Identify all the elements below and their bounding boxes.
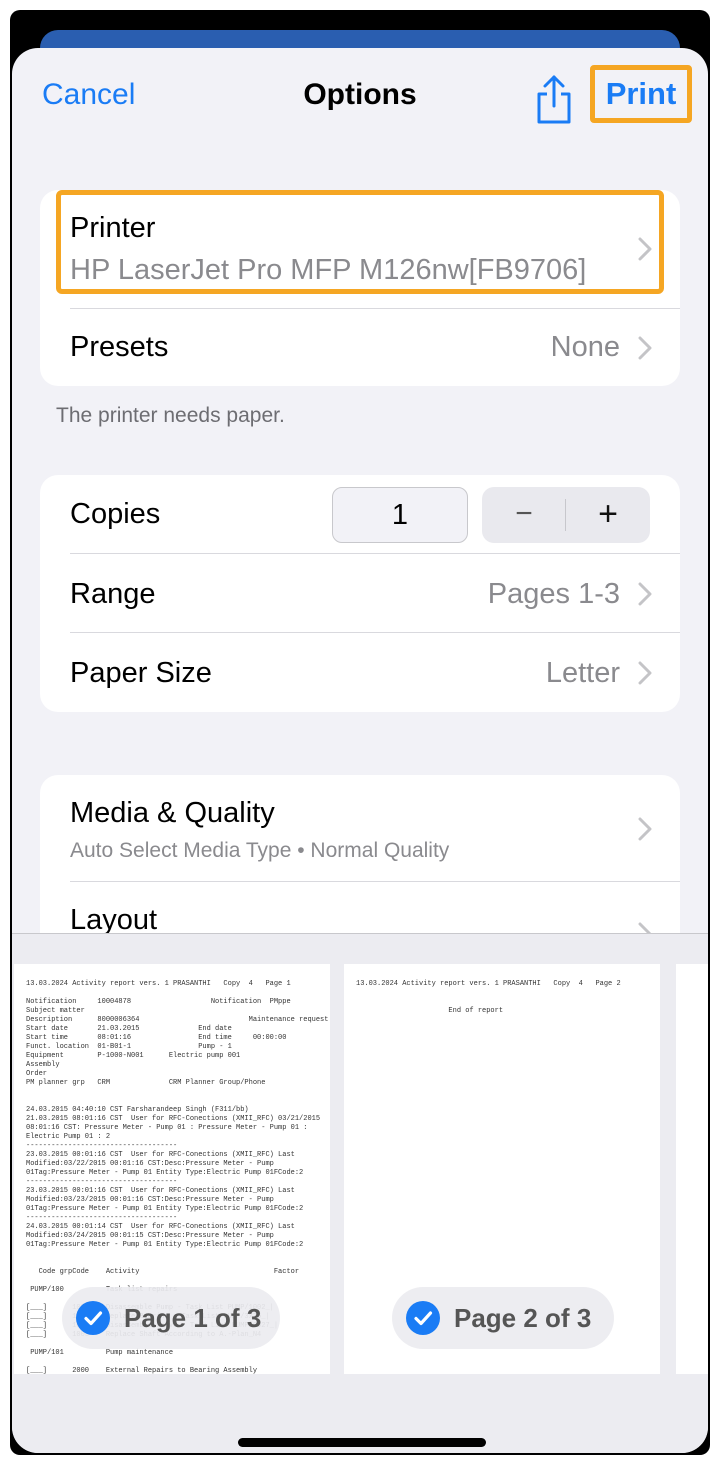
- printer-status-note: The printer needs paper.: [56, 404, 285, 427]
- checkmark-icon: [406, 1301, 440, 1335]
- presets-label: Presets: [70, 331, 169, 363]
- print-button[interactable]: Print: [590, 65, 692, 123]
- page-selection-pill[interactable]: Page 2 of 3: [392, 1287, 614, 1349]
- copies-row: Copies 1 − +: [40, 475, 680, 553]
- chevron-right-icon: [638, 336, 652, 360]
- preview-page-3[interactable]: [676, 964, 708, 1374]
- checkmark-icon: [76, 1301, 110, 1335]
- decrement-button[interactable]: −: [482, 487, 566, 543]
- page-content: 13.03.2024 Activity report vers. 1 PRASA…: [356, 980, 621, 1015]
- share-icon[interactable]: [534, 74, 574, 126]
- media-quality-value: Auto Select Media Type • Normal Quality: [70, 839, 450, 862]
- chevron-right-icon: [638, 661, 652, 685]
- print-options-sheet: Cancel Options Print Printer HP LaserJet…: [12, 48, 708, 1453]
- chevron-right-icon: [638, 817, 652, 841]
- settings-group: Copies 1 − + Range Pages 1-3 Paper Size …: [40, 475, 680, 712]
- page-selection-pill[interactable]: Page 1 of 3: [62, 1287, 280, 1349]
- chevron-right-icon: [638, 582, 652, 606]
- range-value: Pages 1-3: [487, 578, 620, 610]
- device-frame: Cancel Options Print Printer HP LaserJet…: [10, 10, 710, 1455]
- media-quality-label: Media & Quality: [70, 797, 275, 829]
- print-button-label: Print: [605, 76, 677, 111]
- page-selection-label: Page 1 of 3: [124, 1303, 262, 1333]
- increment-button[interactable]: +: [566, 487, 650, 543]
- copies-input[interactable]: 1: [332, 487, 468, 543]
- paper-size-value: Letter: [545, 657, 620, 689]
- nav-bar: Cancel Options Print: [12, 48, 708, 158]
- range-label: Range: [70, 578, 156, 610]
- media-quality-row[interactable]: Media & Quality Auto Select Media Type •…: [40, 775, 680, 881]
- page-selection-label: Page 2 of 3: [454, 1303, 592, 1333]
- home-indicator[interactable]: [238, 1438, 486, 1447]
- paper-size-label: Paper Size: [70, 657, 212, 689]
- presets-value: None: [550, 331, 620, 363]
- copies-label: Copies: [70, 498, 161, 530]
- printer-highlight: [56, 190, 664, 294]
- print-preview-area[interactable]: 13.03.2024 Activity report vers. 1 PRASA…: [12, 933, 708, 1453]
- range-row[interactable]: Range Pages 1-3: [40, 554, 680, 632]
- presets-row[interactable]: Presets None: [40, 309, 680, 386]
- copies-stepper: − +: [482, 487, 650, 543]
- paper-size-row[interactable]: Paper Size Letter: [40, 633, 680, 712]
